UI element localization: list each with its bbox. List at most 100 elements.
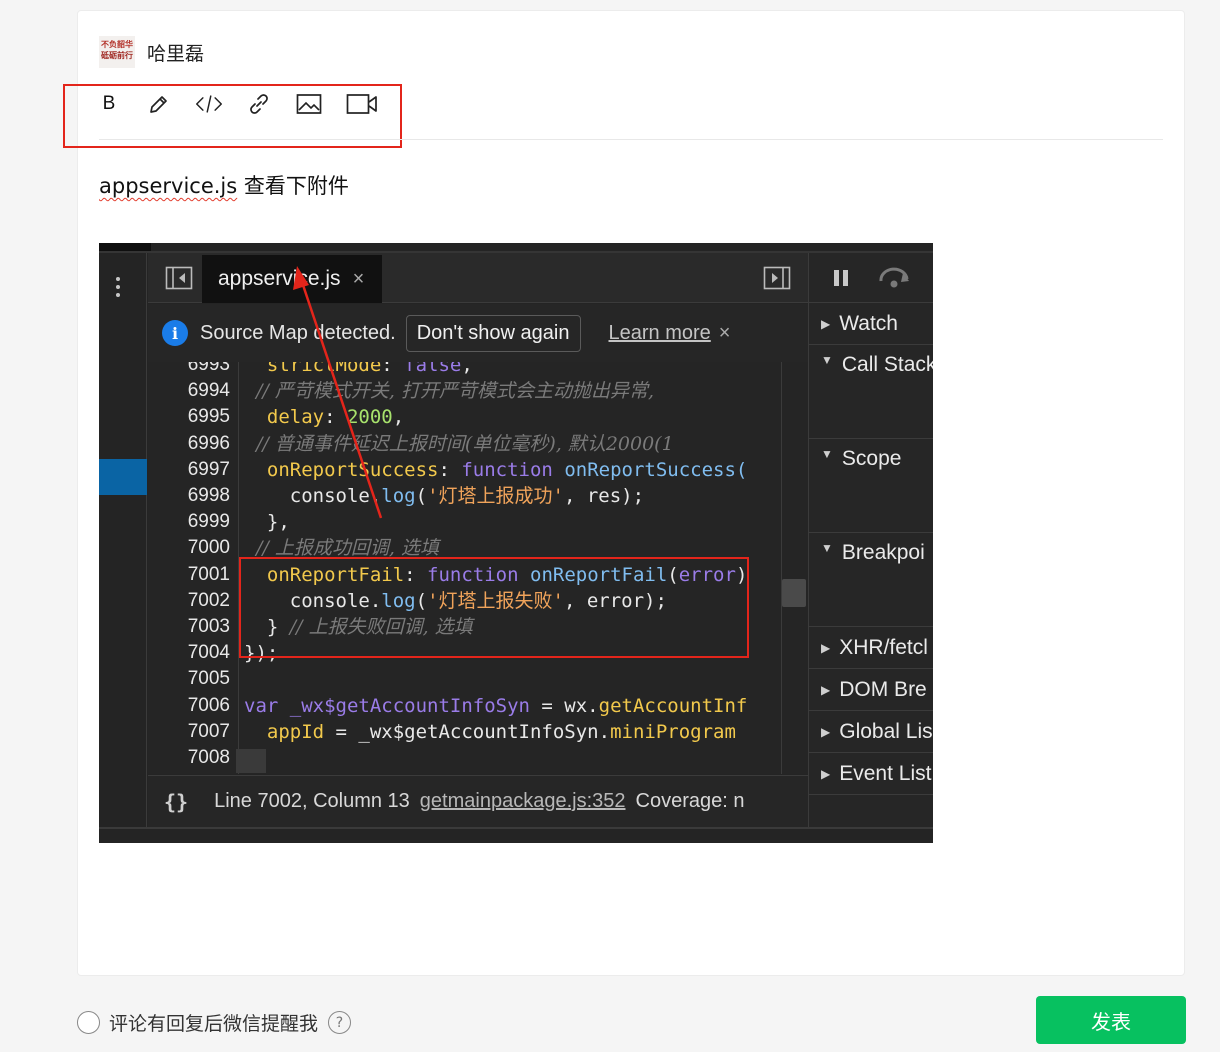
annotation-box-code — [239, 557, 749, 658]
author-row: 不负韶华 砥砺前行 哈里磊 — [99, 36, 204, 68]
shot-left-gutter — [99, 253, 147, 843]
pretty-print-icon: {} — [164, 789, 189, 814]
code-text: // 普通事件延迟上报时间(单位毫秒), 默认2000(1 — [244, 432, 674, 455]
code-text: strictMode: false, — [244, 362, 473, 376]
code-text: var _wx$getAccountInfoSyn = wx.getAccoun… — [244, 694, 748, 717]
cursor-position: Line 7002, Column 13 — [214, 790, 410, 812]
debugger-sidebar: ▶ Watch ▼ Call Stack ▼ Scope ▼ Breakpoi ▶ XHR… — [808, 253, 933, 827]
code-line: 6996 // 普通事件延迟上报时间(单位毫秒), 默认2000(1 — [148, 431, 808, 457]
expanded-triangle-icon: ▼ — [821, 353, 833, 367]
pane-event-listeners: ▶ Event List — [809, 753, 933, 795]
pane-label: XHR/fetcl — [839, 635, 928, 659]
collapsed-triangle-icon: ▶ — [821, 682, 831, 697]
expanded-triangle-icon: ▼ — [821, 541, 833, 555]
code-line: 6997 onReportSuccess: function onReportS… — [148, 457, 808, 483]
notify-option[interactable]: 评论有回复后微信提醒我 ? — [77, 1009, 352, 1036]
author-name: 哈里磊 — [147, 42, 205, 65]
line-number: 7000 — [187, 537, 230, 559]
learn-more-link: Learn more — [608, 321, 711, 344]
code-text: delay: 2000, — [244, 406, 405, 429]
publish-button[interactable]: 发表 — [1036, 996, 1186, 1044]
collapsed-triangle-icon: ▶ — [821, 316, 831, 331]
source-map-message: Source Map detected. — [200, 321, 396, 344]
line-number: 6998 — [187, 485, 230, 506]
pause-icon — [834, 270, 852, 291]
help-icon[interactable]: ? — [328, 1011, 352, 1034]
collapsed-triangle-icon: ▶ — [821, 724, 831, 739]
sidebar-toggle-right-icon — [763, 266, 791, 290]
step-over-icon — [879, 267, 909, 288]
code-text: appId = _wx$getAccountInfoSyn.miniProgra… — [244, 720, 736, 743]
pane-label: Watch — [839, 311, 898, 335]
code-line: 6999 }, — [148, 509, 808, 535]
debugger-controls — [809, 253, 933, 303]
line-number: 7002 — [187, 589, 230, 611]
sidebar-toggle-icon — [165, 266, 193, 290]
kebab-menu-icon — [113, 277, 123, 301]
line-number: 7003 — [187, 616, 230, 637]
line-number: 7006 — [187, 694, 230, 716]
pane-label: Breakpoi — [841, 541, 925, 564]
pane-watch: ▶ Watch — [809, 303, 933, 345]
line-number: 6996 — [187, 432, 230, 454]
code-line: 7007 appId = _wx$getAccountInfoSyn.miniP… — [148, 719, 808, 745]
pane-label: DOM Bre — [839, 677, 927, 701]
line-number: 7001 — [187, 563, 230, 585]
pane-dom-breakpoints: ▶ DOM Bre — [809, 669, 933, 711]
shot-bottom-line — [99, 827, 933, 843]
shot-tab-appservice: appservice.js × — [202, 255, 382, 303]
post-text[interactable]: appservice.js 查看下附件 — [99, 170, 349, 200]
vertical-scrollbar-thumb — [782, 579, 806, 607]
page-left-strip — [0, 0, 16, 1052]
pane-global-listeners: ▶ Global Lis — [809, 711, 933, 753]
post-message: 查看下附件 — [237, 174, 349, 198]
shot-status-bar: {} Line 7002, Column 13 getmainpackage.j… — [148, 775, 808, 827]
code-text: console.log('灯塔上报成功', res); — [244, 485, 645, 507]
attached-screenshot[interactable]: appservice.js × i Source Map detected. D… — [99, 243, 933, 843]
line-number: 7008 — [187, 747, 230, 768]
shot-selected-bar — [99, 459, 147, 495]
shot-top-strip — [99, 243, 151, 251]
pane-label: Global Lis — [839, 719, 933, 743]
line-number: 6993 — [187, 362, 230, 375]
expanded-triangle-icon: ▼ — [821, 447, 833, 461]
pane-xhr-fetch: ▶ XHR/fetcl — [809, 627, 933, 669]
line-number: 7004 — [187, 642, 230, 664]
scroll-corner — [236, 749, 266, 773]
code-line: 6995 delay: 2000, — [148, 404, 808, 430]
line-number: 7007 — [187, 720, 230, 742]
pane-label: Scope — [841, 447, 902, 470]
shot-tab-label: appservice.js — [218, 267, 341, 290]
line-number: 7005 — [187, 668, 230, 690]
code-text: onReportSuccess: function onReportSucces… — [244, 458, 748, 481]
code-text: // 严苛模式开关, 打开严苛模式会主动抛出异常, — [244, 380, 655, 403]
source-link: getmainpackage.js:352 — [419, 790, 626, 812]
source-map-banner: i Source Map detected. Don't show again … — [148, 304, 808, 362]
line-number: 6997 — [187, 458, 230, 480]
line-number: 6995 — [187, 406, 230, 428]
coverage-text: Coverage: n — [635, 790, 745, 812]
code-right-border — [781, 362, 782, 774]
code-line: 7006 var _wx$getAccountInfoSyn = wx.getAc… — [148, 693, 808, 719]
code-line: 6994 // 严苛模式开关, 打开严苛模式会主动抛出异常, — [148, 378, 808, 404]
code-text: }, — [244, 511, 290, 534]
code-line: 7005 — [148, 666, 808, 692]
pane-call-stack: ▼ Call Stack — [809, 345, 933, 439]
avatar-text-line-1: 不负韶华 — [101, 39, 133, 49]
dont-show-again-button: Don't show again — [405, 314, 581, 352]
notify-label: 评论有回复后微信提醒我 — [109, 1013, 319, 1035]
shot-tab-bar: appservice.js × — [148, 253, 808, 303]
pane-breakpoints: ▼ Breakpoi — [809, 533, 933, 627]
post-filename: appservice.js — [99, 174, 238, 198]
line-number: 6994 — [187, 380, 230, 402]
close-icon: × — [352, 267, 365, 290]
line-number: 6999 — [187, 511, 230, 533]
toolbar-divider — [99, 139, 1163, 140]
code-line: 6998 console.log('灯塔上报成功', res); — [148, 483, 808, 509]
avatar-text-line-2: 砥砺前行 — [101, 50, 133, 60]
notify-radio[interactable] — [77, 1011, 100, 1034]
info-icon: i — [162, 320, 188, 346]
collapsed-triangle-icon: ▶ — [821, 640, 831, 655]
avatar: 不负韶华 砥砺前行 — [99, 36, 135, 68]
pane-label: Call Stack — [841, 353, 933, 376]
